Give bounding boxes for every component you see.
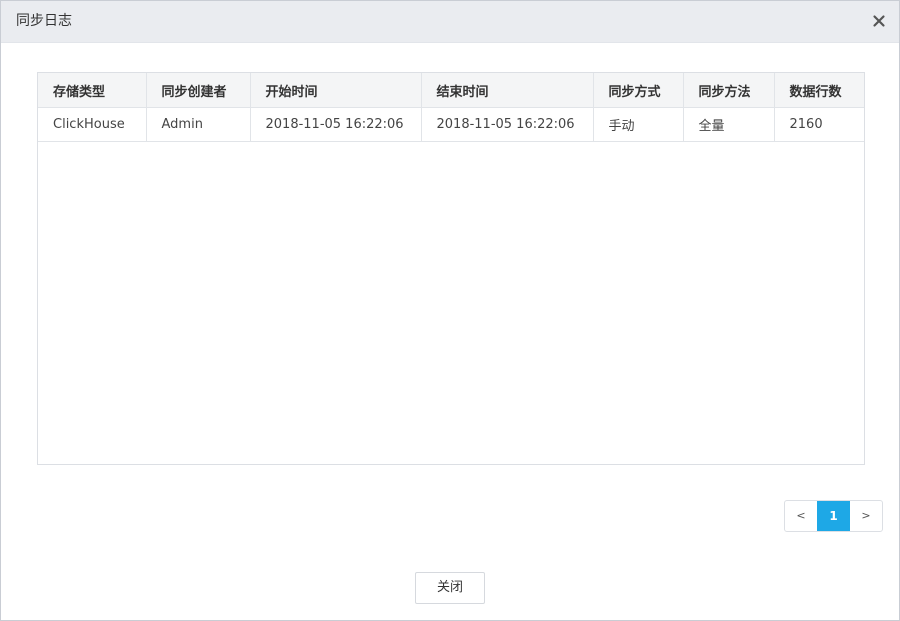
sync-log-dialog: 同步日志 存储类型 同步创建者 开始时间 结束时间 同步方式 同步方法 数据行数… — [0, 0, 900, 621]
column-header-creator: 同步创建者 — [146, 73, 251, 108]
table-header-row: 存储类型 同步创建者 开始时间 结束时间 同步方式 同步方法 数据行数 — [38, 73, 864, 108]
sync-log-table: 存储类型 同步创建者 开始时间 结束时间 同步方式 同步方法 数据行数 Clic… — [37, 72, 865, 465]
cell-storage-type: ClickHouse — [38, 107, 147, 142]
column-header-storage-type: 存储类型 — [38, 73, 147, 108]
cell-start-time: 2018-11-05 16:22:06 — [250, 107, 422, 142]
page-number-button[interactable]: 1 — [817, 501, 850, 531]
cell-row-count: 2160 — [774, 107, 864, 142]
table-row: ClickHouse Admin 2018-11-05 16:22:06 201… — [38, 107, 864, 142]
close-icon[interactable] — [869, 11, 889, 31]
close-button[interactable]: 关闭 — [415, 572, 485, 604]
column-header-end-time: 结束时间 — [421, 73, 594, 108]
cell-sync-mode: 手动 — [593, 107, 684, 142]
dialog-header: 同步日志 — [1, 1, 899, 43]
dialog-title: 同步日志 — [16, 13, 72, 29]
column-header-sync-mode: 同步方式 — [593, 73, 684, 108]
next-page-button[interactable]: > — [850, 501, 882, 531]
column-header-sync-method: 同步方法 — [683, 73, 775, 108]
cell-sync-method: 全量 — [683, 107, 775, 142]
column-header-start-time: 开始时间 — [250, 73, 422, 108]
cell-creator: Admin — [146, 107, 251, 142]
cell-end-time: 2018-11-05 16:22:06 — [421, 107, 594, 142]
pagination: < 1 > — [784, 500, 883, 532]
column-header-row-count: 数据行数 — [774, 73, 864, 108]
prev-page-button[interactable]: < — [785, 501, 817, 531]
